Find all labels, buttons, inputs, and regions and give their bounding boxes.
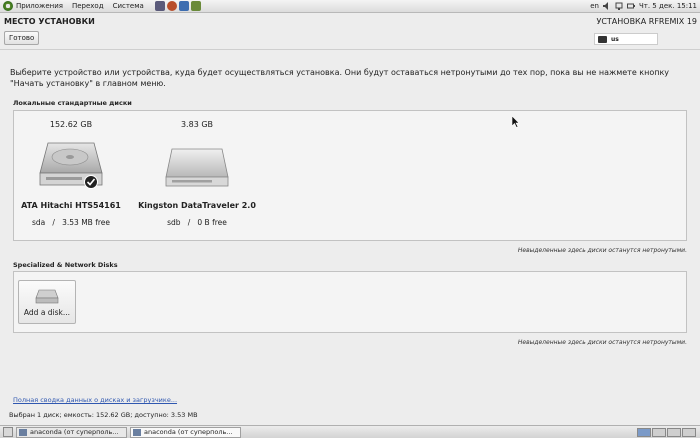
- network-icon[interactable]: [615, 2, 623, 10]
- workspace-switcher: [637, 427, 696, 437]
- mail-launcher-icon[interactable]: [178, 1, 189, 11]
- window-icon: [133, 428, 141, 436]
- install-title: УСТАНОВКА RFREMIX 19: [596, 17, 697, 26]
- show-desktop-icon[interactable]: [3, 427, 13, 437]
- special-disks-note: Невыделенные здесь диски останутся нетро…: [517, 339, 687, 346]
- volume-icon[interactable]: [602, 2, 611, 10]
- office-launcher-icon[interactable]: [190, 1, 201, 11]
- disk-size: 152.62 GB: [49, 120, 93, 129]
- disk-info: sdb / 0 B free: [137, 218, 257, 227]
- clock[interactable]: Чт. 5 дек. 15:11: [639, 2, 697, 10]
- full-disk-summary-link[interactable]: Полная сводка данных о дисках и загрузчи…: [13, 396, 177, 404]
- selection-status: Выбран 1 диск; емкость: 152.62 GB; досту…: [9, 411, 198, 419]
- disk-sdb[interactable]: 3.83 GB Kingston DataTraveler 2.0 sdb / …: [137, 120, 257, 227]
- disk-device: sdb: [167, 218, 181, 227]
- disk-free: 3.53 MB free: [62, 218, 110, 227]
- top-panel: Приложения Переход Система en Чт. 5 дек.…: [0, 0, 700, 13]
- local-disks-label: Локальные стандартные диски: [13, 99, 132, 107]
- keyboard-layout-label: us: [611, 35, 619, 43]
- special-disks-panel: Add a disk...: [13, 271, 687, 333]
- disk-device: sda: [32, 218, 46, 227]
- menu-system[interactable]: Система: [113, 2, 144, 10]
- taskbar-task[interactable]: anaconda (от суперполь...: [16, 426, 127, 438]
- special-disks-label: Specialized & Network Disks: [13, 261, 118, 269]
- keyboard-language-indicator[interactable]: en: [590, 2, 599, 10]
- system-tray: en Чт. 5 дек. 15:11: [590, 2, 700, 10]
- workspace-3[interactable]: [667, 427, 681, 437]
- workspace-2[interactable]: [652, 427, 666, 437]
- distro-logo-icon[interactable]: [3, 1, 13, 11]
- workspace-4[interactable]: [682, 427, 696, 437]
- disk-size: 3.83 GB: [180, 120, 214, 129]
- page-title: МЕСТО УСТАНОВКИ: [4, 17, 95, 26]
- task-label: anaconda (от суперполь...: [30, 428, 119, 436]
- taskbar-task[interactable]: anaconda (от суперполь...: [130, 426, 241, 438]
- window-icon: [19, 428, 27, 436]
- bottom-taskbar: anaconda (от суперполь... anaconda (от с…: [0, 425, 700, 438]
- keyboard-layout-indicator[interactable]: us: [594, 33, 658, 45]
- add-disk-button[interactable]: Add a disk...: [18, 280, 76, 324]
- local-disks-note: Невыделенные здесь диски останутся нетро…: [517, 247, 687, 254]
- workspace-1[interactable]: [637, 427, 651, 437]
- hard-disk-icon: [35, 289, 59, 304]
- firefox-launcher-icon[interactable]: [166, 1, 177, 11]
- done-button[interactable]: Готово: [4, 31, 40, 45]
- menu-applications[interactable]: Приложения: [16, 2, 63, 10]
- disk-separator: /: [52, 218, 55, 227]
- disk-name: Kingston DataTraveler 2.0: [138, 201, 256, 210]
- hard-disk-icon: [39, 142, 103, 189]
- disk-sda[interactable]: 152.62 GB ATA Hitachi HTS54161 sda / 3.5…: [11, 120, 131, 227]
- battery-icon[interactable]: [626, 2, 635, 10]
- local-disks-panel: 152.62 GB ATA Hitachi HTS54161 sda / 3.5…: [13, 110, 687, 241]
- disk-separator: /: [187, 218, 191, 227]
- keyboard-icon: [598, 35, 607, 43]
- usb-disk-icon: [165, 148, 229, 187]
- add-disk-label: Add a disk...: [23, 308, 71, 317]
- task-label: anaconda (от суперполь...: [144, 428, 233, 436]
- launchers: [154, 1, 201, 11]
- terminal-launcher-icon[interactable]: [154, 1, 165, 11]
- disk-free: 0 B free: [197, 218, 227, 227]
- intro-text: Выберите устройство или устройства, куда…: [10, 68, 670, 88]
- disk-name: ATA Hitachi HTS54161: [21, 201, 121, 210]
- header-divider: [0, 49, 700, 50]
- mouse-cursor-icon: [512, 116, 520, 128]
- menu-places[interactable]: Переход: [72, 2, 104, 10]
- disk-info: sda / 3.53 MB free: [11, 218, 131, 227]
- main-menu: Приложения Переход Система: [0, 1, 153, 11]
